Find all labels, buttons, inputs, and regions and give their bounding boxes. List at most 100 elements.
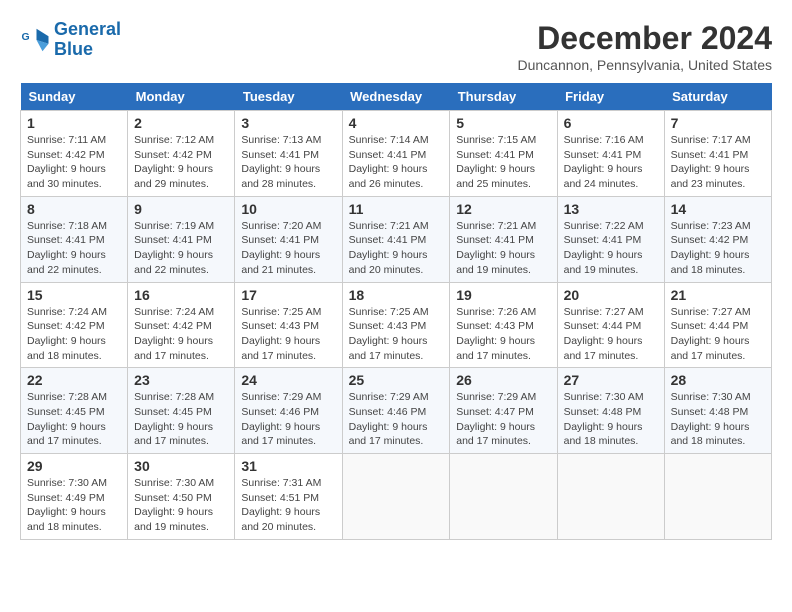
- day-info: Sunrise: 7:21 AM Sunset: 4:41 PM Dayligh…: [349, 219, 444, 278]
- day-info: Sunrise: 7:11 AM Sunset: 4:42 PM Dayligh…: [27, 133, 121, 192]
- day-info: Sunrise: 7:27 AM Sunset: 4:44 PM Dayligh…: [671, 305, 765, 364]
- day-info: Sunrise: 7:18 AM Sunset: 4:41 PM Dayligh…: [27, 219, 121, 278]
- day-cell: 19 Sunrise: 7:26 AM Sunset: 4:43 PM Dayl…: [450, 282, 557, 368]
- day-cell: 9 Sunrise: 7:19 AM Sunset: 4:41 PM Dayli…: [128, 196, 235, 282]
- day-cell: 2 Sunrise: 7:12 AM Sunset: 4:42 PM Dayli…: [128, 111, 235, 197]
- day-cell: 22 Sunrise: 7:28 AM Sunset: 4:45 PM Dayl…: [21, 368, 128, 454]
- day-number: 6: [564, 115, 658, 131]
- day-info: Sunrise: 7:28 AM Sunset: 4:45 PM Dayligh…: [27, 390, 121, 449]
- logo: G General Blue: [20, 20, 121, 60]
- day-info: Sunrise: 7:12 AM Sunset: 4:42 PM Dayligh…: [134, 133, 228, 192]
- day-number: 12: [456, 201, 550, 217]
- day-cell: 30 Sunrise: 7:30 AM Sunset: 4:50 PM Dayl…: [128, 454, 235, 540]
- day-info: Sunrise: 7:30 AM Sunset: 4:49 PM Dayligh…: [27, 476, 121, 535]
- day-number: 29: [27, 458, 121, 474]
- day-info: Sunrise: 7:13 AM Sunset: 4:41 PM Dayligh…: [241, 133, 335, 192]
- day-cell: [664, 454, 771, 540]
- weekday-header-thursday: Thursday: [450, 83, 557, 111]
- day-cell: 15 Sunrise: 7:24 AM Sunset: 4:42 PM Dayl…: [21, 282, 128, 368]
- day-cell: 7 Sunrise: 7:17 AM Sunset: 4:41 PM Dayli…: [664, 111, 771, 197]
- week-row-3: 15 Sunrise: 7:24 AM Sunset: 4:42 PM Dayl…: [21, 282, 772, 368]
- day-number: 4: [349, 115, 444, 131]
- week-row-2: 8 Sunrise: 7:18 AM Sunset: 4:41 PM Dayli…: [21, 196, 772, 282]
- day-cell: 13 Sunrise: 7:22 AM Sunset: 4:41 PM Dayl…: [557, 196, 664, 282]
- weekday-header-row: SundayMondayTuesdayWednesdayThursdayFrid…: [21, 83, 772, 111]
- day-info: Sunrise: 7:23 AM Sunset: 4:42 PM Dayligh…: [671, 219, 765, 278]
- day-number: 19: [456, 287, 550, 303]
- day-cell: 26 Sunrise: 7:29 AM Sunset: 4:47 PM Dayl…: [450, 368, 557, 454]
- logo-general: General: [54, 19, 121, 39]
- day-info: Sunrise: 7:25 AM Sunset: 4:43 PM Dayligh…: [241, 305, 335, 364]
- day-number: 30: [134, 458, 228, 474]
- weekday-header-wednesday: Wednesday: [342, 83, 450, 111]
- day-number: 20: [564, 287, 658, 303]
- day-number: 28: [671, 372, 765, 388]
- title-area: December 2024 Duncannon, Pennsylvania, U…: [518, 20, 773, 73]
- day-number: 13: [564, 201, 658, 217]
- week-row-5: 29 Sunrise: 7:30 AM Sunset: 4:49 PM Dayl…: [21, 454, 772, 540]
- day-info: Sunrise: 7:22 AM Sunset: 4:41 PM Dayligh…: [564, 219, 658, 278]
- header: G General Blue December 2024 Duncannon, …: [20, 20, 772, 73]
- day-info: Sunrise: 7:20 AM Sunset: 4:41 PM Dayligh…: [241, 219, 335, 278]
- day-info: Sunrise: 7:27 AM Sunset: 4:44 PM Dayligh…: [564, 305, 658, 364]
- day-number: 3: [241, 115, 335, 131]
- week-row-4: 22 Sunrise: 7:28 AM Sunset: 4:45 PM Dayl…: [21, 368, 772, 454]
- day-cell: 1 Sunrise: 7:11 AM Sunset: 4:42 PM Dayli…: [21, 111, 128, 197]
- day-cell: 8 Sunrise: 7:18 AM Sunset: 4:41 PM Dayli…: [21, 196, 128, 282]
- day-info: Sunrise: 7:28 AM Sunset: 4:45 PM Dayligh…: [134, 390, 228, 449]
- day-cell: 16 Sunrise: 7:24 AM Sunset: 4:42 PM Dayl…: [128, 282, 235, 368]
- day-cell: [557, 454, 664, 540]
- day-number: 7: [671, 115, 765, 131]
- day-info: Sunrise: 7:30 AM Sunset: 4:48 PM Dayligh…: [671, 390, 765, 449]
- day-info: Sunrise: 7:21 AM Sunset: 4:41 PM Dayligh…: [456, 219, 550, 278]
- day-cell: 31 Sunrise: 7:31 AM Sunset: 4:51 PM Dayl…: [235, 454, 342, 540]
- day-info: Sunrise: 7:26 AM Sunset: 4:43 PM Dayligh…: [456, 305, 550, 364]
- day-number: 17: [241, 287, 335, 303]
- day-info: Sunrise: 7:16 AM Sunset: 4:41 PM Dayligh…: [564, 133, 658, 192]
- day-cell: [450, 454, 557, 540]
- logo-blue: Blue: [54, 39, 93, 59]
- svg-text:G: G: [22, 31, 30, 43]
- day-number: 22: [27, 372, 121, 388]
- day-cell: 29 Sunrise: 7:30 AM Sunset: 4:49 PM Dayl…: [21, 454, 128, 540]
- logo-text: General Blue: [54, 20, 121, 60]
- day-cell: 20 Sunrise: 7:27 AM Sunset: 4:44 PM Dayl…: [557, 282, 664, 368]
- month-title: December 2024: [518, 20, 773, 57]
- day-cell: 28 Sunrise: 7:30 AM Sunset: 4:48 PM Dayl…: [664, 368, 771, 454]
- day-cell: 24 Sunrise: 7:29 AM Sunset: 4:46 PM Dayl…: [235, 368, 342, 454]
- day-cell: 27 Sunrise: 7:30 AM Sunset: 4:48 PM Dayl…: [557, 368, 664, 454]
- day-number: 31: [241, 458, 335, 474]
- day-number: 8: [27, 201, 121, 217]
- weekday-header-tuesday: Tuesday: [235, 83, 342, 111]
- day-info: Sunrise: 7:19 AM Sunset: 4:41 PM Dayligh…: [134, 219, 228, 278]
- day-number: 11: [349, 201, 444, 217]
- day-number: 14: [671, 201, 765, 217]
- day-number: 26: [456, 372, 550, 388]
- day-info: Sunrise: 7:29 AM Sunset: 4:47 PM Dayligh…: [456, 390, 550, 449]
- day-cell: 21 Sunrise: 7:27 AM Sunset: 4:44 PM Dayl…: [664, 282, 771, 368]
- day-cell: 3 Sunrise: 7:13 AM Sunset: 4:41 PM Dayli…: [235, 111, 342, 197]
- day-number: 1: [27, 115, 121, 131]
- day-info: Sunrise: 7:24 AM Sunset: 4:42 PM Dayligh…: [134, 305, 228, 364]
- day-info: Sunrise: 7:31 AM Sunset: 4:51 PM Dayligh…: [241, 476, 335, 535]
- day-number: 9: [134, 201, 228, 217]
- day-number: 10: [241, 201, 335, 217]
- day-info: Sunrise: 7:30 AM Sunset: 4:48 PM Dayligh…: [564, 390, 658, 449]
- day-cell: 17 Sunrise: 7:25 AM Sunset: 4:43 PM Dayl…: [235, 282, 342, 368]
- day-cell: 12 Sunrise: 7:21 AM Sunset: 4:41 PM Dayl…: [450, 196, 557, 282]
- day-cell: 14 Sunrise: 7:23 AM Sunset: 4:42 PM Dayl…: [664, 196, 771, 282]
- day-cell: 6 Sunrise: 7:16 AM Sunset: 4:41 PM Dayli…: [557, 111, 664, 197]
- day-cell: 25 Sunrise: 7:29 AM Sunset: 4:46 PM Dayl…: [342, 368, 450, 454]
- day-cell: 23 Sunrise: 7:28 AM Sunset: 4:45 PM Dayl…: [128, 368, 235, 454]
- day-info: Sunrise: 7:14 AM Sunset: 4:41 PM Dayligh…: [349, 133, 444, 192]
- day-info: Sunrise: 7:30 AM Sunset: 4:50 PM Dayligh…: [134, 476, 228, 535]
- day-number: 2: [134, 115, 228, 131]
- day-number: 27: [564, 372, 658, 388]
- weekday-header-monday: Monday: [128, 83, 235, 111]
- day-number: 15: [27, 287, 121, 303]
- location: Duncannon, Pennsylvania, United States: [518, 57, 773, 73]
- day-info: Sunrise: 7:25 AM Sunset: 4:43 PM Dayligh…: [349, 305, 444, 364]
- day-cell: 11 Sunrise: 7:21 AM Sunset: 4:41 PM Dayl…: [342, 196, 450, 282]
- logo-icon: G: [20, 25, 50, 55]
- day-number: 16: [134, 287, 228, 303]
